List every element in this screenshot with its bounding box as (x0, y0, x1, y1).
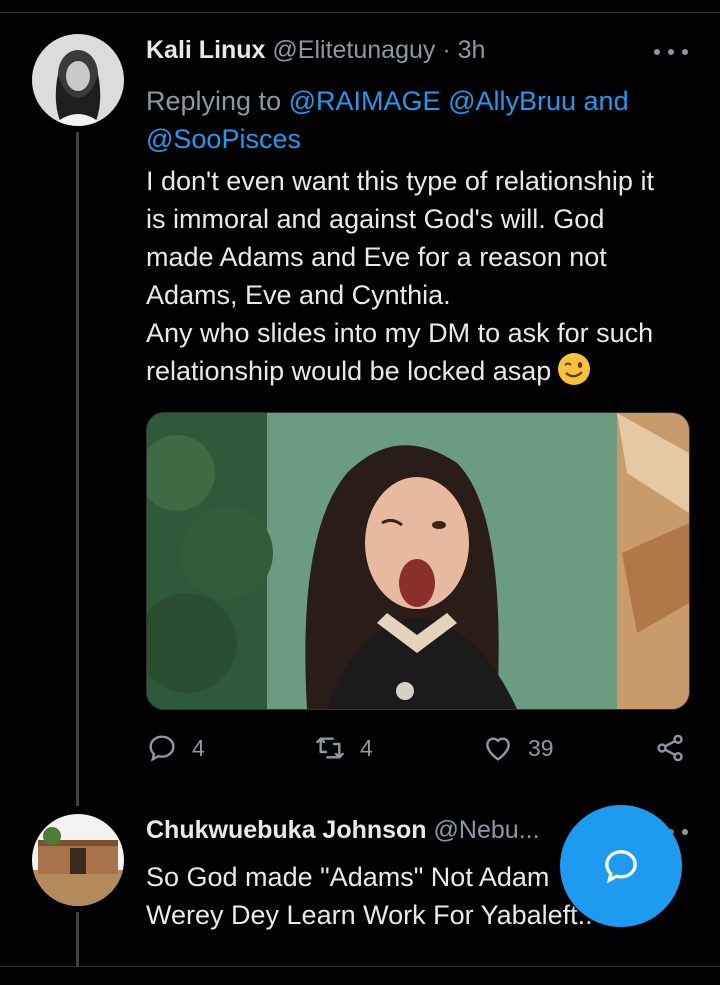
bottom-bar (0, 966, 720, 985)
separator: · (442, 36, 451, 64)
display-name[interactable]: Kali Linux (146, 36, 265, 64)
tweet-text-line: relationship would be locked asap (146, 356, 552, 386)
reply-count: 4 (192, 734, 205, 761)
compose-icon (605, 850, 637, 884)
avatar[interactable] (32, 814, 124, 906)
replying-to-label: Replying to (146, 86, 282, 116)
tweet-text-line: Any who slides into my DM to ask for suc… (146, 318, 654, 348)
replying-to: Replying to @RAIMAGE @AllyBruu and @SooP… (146, 82, 666, 158)
tweet-actions: 4 4 39 (146, 732, 692, 772)
reply-icon (149, 735, 175, 762)
more-icon[interactable] (654, 42, 688, 62)
thread-line (76, 132, 79, 806)
share-button[interactable] (654, 732, 686, 764)
avatar[interactable] (32, 34, 124, 126)
reply-button[interactable]: 4 (146, 732, 205, 764)
display-name[interactable]: Chukwuebuka Johnson (146, 816, 427, 844)
tweet-text-line: made Adams and Eve for a reason not (146, 242, 607, 272)
retweet-button[interactable]: 4 (314, 732, 373, 764)
tweet-text-line: Adams, Eve and Cynthia. (146, 280, 451, 310)
like-count: 39 (528, 734, 554, 761)
user-handle[interactable]: @Nebu... (434, 816, 540, 844)
winking-face-icon (558, 353, 591, 385)
tweet-text: I don't even want this type of relations… (146, 162, 696, 390)
tweet-header: Kali Linux @Elitetunaguy · 3h (146, 36, 485, 65)
mention-allybruu[interactable]: @AllyBruu (448, 86, 576, 116)
tweet-image[interactable] (146, 412, 690, 710)
share-icon (657, 734, 683, 762)
like-button[interactable]: 39 (482, 732, 554, 764)
thread-line (76, 912, 79, 966)
tweet-text-line-last: relationship would be locked asap (146, 352, 696, 390)
retweet-icon (316, 737, 344, 759)
user-handle[interactable]: @Elitetunaguy (272, 36, 435, 64)
tweet-text-line: I don't even want this type of relations… (146, 166, 654, 196)
top-divider (0, 12, 720, 13)
timestamp[interactable]: 3h (458, 36, 486, 64)
mention-raimage[interactable]: @RAIMAGE (289, 86, 441, 116)
replying-to-and[interactable]: and (584, 86, 629, 116)
tweet-text-line: is immoral and against God's will. God (146, 204, 605, 234)
compose-button[interactable] (560, 805, 682, 927)
tweet-header: Chukwuebuka Johnson @Nebu... (146, 816, 540, 845)
retweet-count: 4 (360, 734, 373, 761)
like-icon (486, 737, 510, 761)
mention-soopisces[interactable]: @SooPisces (146, 124, 301, 154)
